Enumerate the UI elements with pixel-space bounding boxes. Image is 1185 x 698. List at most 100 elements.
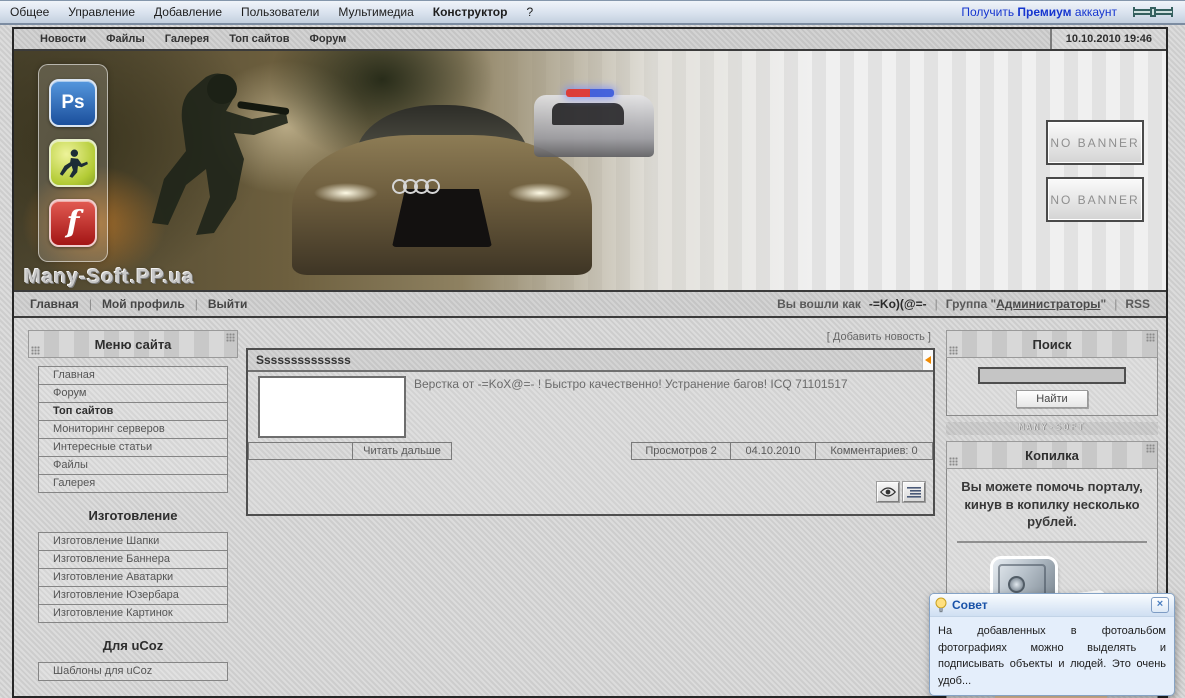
admin-menu-users[interactable]: Пользователи [241, 5, 319, 19]
sidebar-item-forum[interactable]: Форум [38, 384, 228, 403]
news-footer: Читать дальше Просмотров 2 04.10.2010 Ко… [248, 442, 933, 460]
add-news-link[interactable]: [ Добавить новость ] [827, 331, 931, 343]
details-button[interactable] [903, 482, 925, 502]
news-title: Ssssssssssssss [256, 353, 351, 367]
sidebar-item-making-avatar[interactable]: Изготовление Аватарки [38, 568, 228, 587]
admin-menu-multimedia[interactable]: Мультимедиа [338, 5, 413, 19]
separator: | [1114, 297, 1117, 311]
donate-text: Вы можете помочь порталу, кинув в копилк… [955, 478, 1149, 531]
screen: Общее Управление Добавление Пользователи… [0, 0, 1185, 698]
nav-files[interactable]: Файлы [106, 33, 145, 45]
premium-account-link[interactable]: Получить Премиум аккаунт [961, 5, 1117, 19]
main-content: [ Добавить новость ] Ssssssssssssss Верс… [246, 318, 935, 516]
sidebar-item-making-pictures[interactable]: Изготовление Картинок [38, 604, 228, 623]
drag-handle-icon[interactable] [31, 346, 40, 355]
separator: | [195, 297, 198, 311]
lightbulb-icon [935, 597, 947, 613]
police-windshield [552, 103, 624, 125]
tip-popup-header: Совет × [930, 594, 1174, 617]
drag-handle-icon[interactable] [1146, 444, 1155, 453]
site-top-nav: Новости Файлы Галерея Топ сайтов Форум 1… [14, 29, 1166, 51]
group-link[interactable]: Администраторы [996, 297, 1100, 311]
admin-toolbar: Общее Управление Добавление Пользователи… [0, 0, 1185, 25]
search-title: Поиск [1032, 337, 1071, 352]
usernav-profile[interactable]: Мой профиль [102, 297, 185, 311]
read-more-button[interactable]: Читать дальше [352, 442, 452, 460]
sidebar-item-gallery[interactable]: Галерея [38, 474, 228, 493]
admin-menu-help[interactable]: ? [526, 5, 533, 19]
admin-menu-management[interactable]: Управление [68, 5, 135, 19]
drag-handle-icon[interactable] [949, 346, 958, 355]
search-button[interactable]: Найти [1016, 390, 1088, 408]
tip-title: Совет [952, 598, 988, 612]
close-icon[interactable]: × [1151, 597, 1169, 613]
audi-rings-icon [396, 179, 440, 194]
preview-button[interactable] [877, 482, 899, 502]
watermark: MANY-SOFT [946, 422, 1158, 435]
sidebar-item-making-header[interactable]: Изготовление Шапки [38, 532, 228, 551]
sidebar-item-server-monitoring[interactable]: Мониторинг серверов [38, 420, 228, 439]
panel-width-slider-icon[interactable] [1131, 5, 1175, 19]
admin-menu-constructor[interactable]: Конструктор [433, 5, 508, 19]
counter-strike-icon [49, 139, 97, 187]
donate-header: Копилка [946, 441, 1158, 469]
soldier-silhouette [110, 59, 300, 289]
sidebar-item-making-userbar[interactable]: Изготовление Юзербара [38, 586, 228, 605]
sidebar-item-top-sites[interactable]: Топ сайтов [38, 402, 228, 421]
site-menu-header: Меню сайта [28, 330, 238, 358]
drag-handle-icon[interactable] [1146, 333, 1155, 342]
photoshop-icon: Ps [49, 79, 97, 127]
site-menu-title: Меню сайта [95, 337, 172, 352]
premium-bold: Премиум [1017, 5, 1071, 19]
search-header: Поиск [946, 330, 1158, 358]
flash-icon: f [49, 199, 97, 247]
user-group: Группа "Администраторы" [946, 297, 1106, 311]
edit-marker-icon [925, 356, 931, 364]
ucoz-section-title: Для uCoz [26, 638, 240, 653]
admin-menu-general[interactable]: Общее [10, 5, 49, 19]
app-icons-panel: Ps f [38, 64, 108, 262]
drag-handle-icon[interactable] [226, 333, 235, 342]
news-views: Просмотров 2 [631, 442, 731, 460]
logged-in-label: Вы вошли как [777, 297, 861, 311]
making-list: Изготовление Шапки Изготовление Баннера … [38, 532, 228, 623]
admin-buttons [877, 482, 925, 502]
usernav-logout[interactable]: Выйти [208, 297, 248, 311]
tip-body-text: На добавленных в фотоальбом фотографиях … [930, 617, 1174, 695]
header-banner: Ps f Many-Soft.PP.ua NO BANNER NO BANNER [14, 51, 1166, 292]
add-news-row: [ Добавить новость ] [246, 318, 935, 348]
separator: | [935, 297, 938, 311]
nav-gallery[interactable]: Галерея [165, 33, 209, 45]
donate-title: Копилка [1025, 448, 1079, 463]
group-label: Группа " [946, 297, 996, 311]
car-headlight-right [508, 183, 572, 203]
car-headlight-left [314, 183, 378, 203]
news-footer-empty-cell [248, 442, 353, 460]
sidebar-item-ucoz-templates[interactable]: Шаблоны для uCoz [38, 662, 228, 681]
list-icon [907, 486, 921, 498]
news-image-placeholder [258, 376, 406, 438]
sidebar-item-making-banner[interactable]: Изготовление Баннера [38, 550, 228, 569]
drag-handle-icon[interactable] [949, 457, 958, 466]
banner-slot-1: NO BANNER [1046, 120, 1144, 165]
rss-link[interactable]: RSS [1125, 297, 1150, 311]
sidebar-item-articles[interactable]: Интересные статьи [38, 438, 228, 457]
sidebar-item-files[interactable]: Файлы [38, 456, 228, 475]
site-menu-list: Главная Форум Топ сайтов Мониторинг серв… [38, 366, 228, 493]
edit-marker[interactable] [922, 350, 933, 370]
premium-suffix: аккаунт [1075, 5, 1117, 19]
usernav-home[interactable]: Главная [30, 297, 79, 311]
news-entry-container: Ssssssssssssss Верстка от -=KoX@=- ! Быс… [246, 348, 935, 516]
police-lights-icon [566, 89, 614, 97]
car-grille [392, 189, 492, 247]
sidebar-item-home[interactable]: Главная [38, 366, 228, 385]
news-text: Верстка от -=KoX@=- ! Быстро качественно… [414, 377, 925, 391]
nav-news[interactable]: Новости [40, 33, 86, 45]
news-date: 04.10.2010 [730, 442, 816, 460]
search-input[interactable] [978, 367, 1126, 384]
banner-slot-2: NO BANNER [1046, 177, 1144, 222]
admin-menu-adding[interactable]: Добавление [154, 5, 222, 19]
datetime-display: 10.10.2010 19:46 [1050, 29, 1166, 49]
nav-forum[interactable]: Форум [310, 33, 347, 45]
nav-top-sites[interactable]: Топ сайтов [229, 33, 289, 45]
